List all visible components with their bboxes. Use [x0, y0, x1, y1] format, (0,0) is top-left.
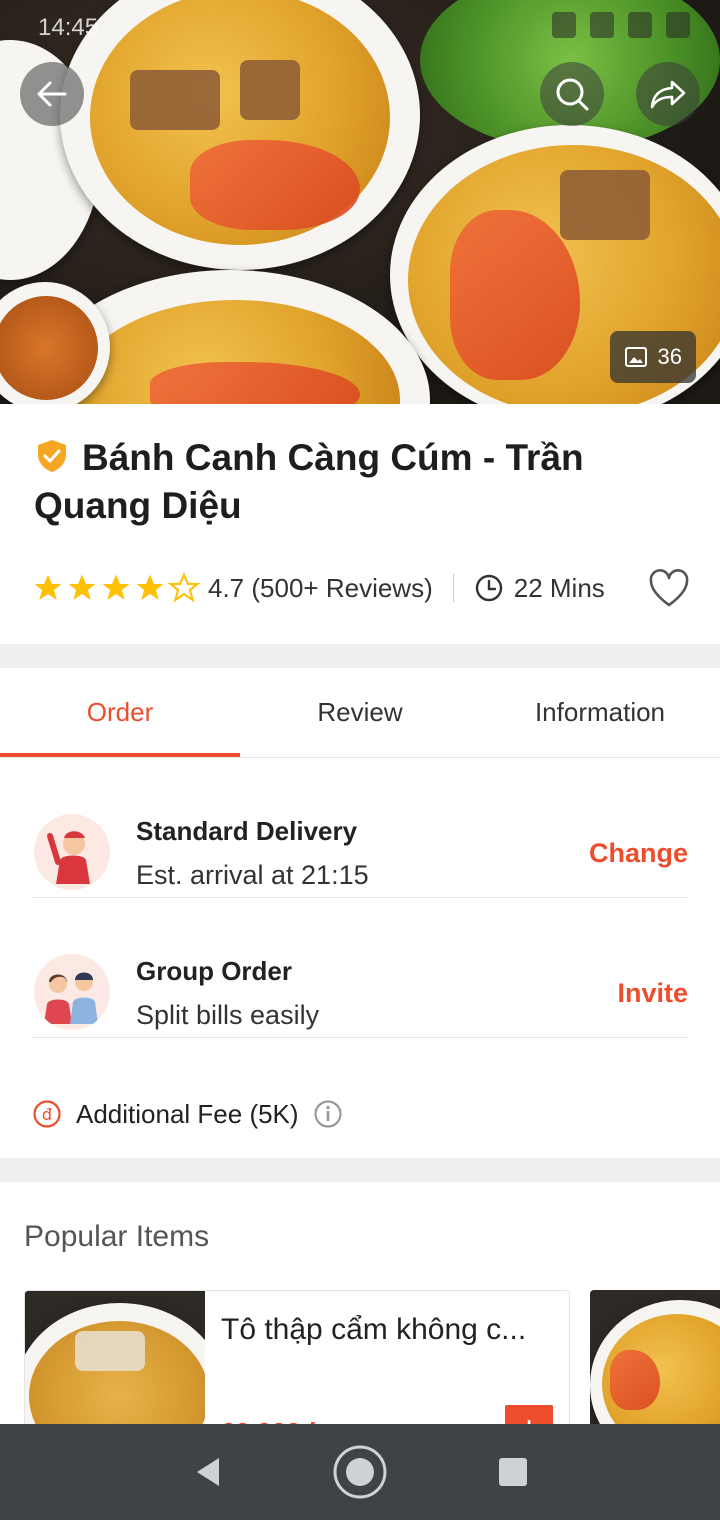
photo-count: 36 [657, 344, 682, 369]
group-order-row[interactable]: Group Order Split bills easily Invite [32, 898, 688, 1038]
change-button[interactable]: Change [589, 838, 688, 869]
rating-text[interactable]: 4.7 (500+ Reviews) [208, 573, 433, 604]
system-nav-bar [0, 1424, 720, 1520]
verified-shield-icon [38, 440, 66, 472]
group-people-icon [34, 954, 110, 1030]
search-icon [556, 78, 589, 111]
photo-count-button[interactable]: 36 [609, 331, 696, 383]
popular-items-title: Popular Items [24, 1220, 210, 1253]
invite-button[interactable]: Invite [617, 978, 688, 1009]
star-rating [32, 572, 200, 604]
battery-icon [666, 12, 690, 38]
nav-home-icon[interactable] [332, 1444, 388, 1500]
restaurant-name: Bánh Canh Càng Cúm - Trần Quang Diệu [34, 437, 584, 526]
star-full-icon [68, 574, 96, 600]
delivery-title: Standard Delivery [136, 816, 358, 846]
hero-image[interactable]: 14:45 36 [0, 0, 720, 404]
status-icons [552, 12, 690, 38]
popular-items-section: Popular Items Tô thập cẩm không c... 60.… [0, 1182, 720, 1450]
group-order-title: Group Order [136, 956, 293, 986]
star-empty-icon [168, 572, 200, 603]
star-full-icon [34, 574, 62, 600]
status-time: 14:45 [38, 14, 99, 41]
nav-recents-icon[interactable] [485, 1444, 541, 1500]
favorite-heart-icon[interactable] [646, 565, 692, 611]
image-icon [624, 347, 647, 367]
restaurant-meta: 4.7 (500+ Reviews) 22 Mins [32, 564, 692, 612]
cast-icon [552, 12, 576, 38]
tab-information[interactable]: Information [480, 668, 720, 757]
star-full-icon [136, 574, 164, 600]
status-bar: 14:45 [0, 0, 720, 56]
delivery-person-icon [34, 814, 110, 890]
additional-fee[interactable]: đ Additional Fee (5K) [32, 1094, 343, 1134]
rating-value: 4.7 [208, 572, 245, 603]
restaurant-title: Bánh Canh Càng Cúm - Trần Quang Diệu [34, 434, 674, 530]
tab-review[interactable]: Review [240, 668, 480, 757]
group-order-subtitle: Split bills easily [136, 1000, 320, 1030]
share-button[interactable] [636, 62, 700, 126]
star-full-icon [102, 574, 130, 600]
clock-icon [475, 574, 502, 602]
back-arrow-icon [37, 81, 67, 107]
wifi-icon [628, 12, 652, 38]
restaurant-info: Bánh Canh Càng Cúm - Trần Quang Diệu 4.7… [0, 404, 720, 644]
review-count: (500+ Reviews) [251, 572, 433, 603]
additional-fee-label: Additional Fee (5K) [76, 1098, 299, 1129]
delivery-subtitle: Est. arrival at 21:15 [136, 860, 369, 890]
delivery-section: Standard Delivery Est. arrival at 21:15 … [0, 758, 720, 1158]
nav-back-icon[interactable] [179, 1444, 235, 1500]
svg-text:đ: đ [42, 1105, 52, 1124]
dong-currency-icon: đ [33, 1100, 61, 1128]
tab-order[interactable]: Order [0, 668, 240, 757]
popular-item-name: Tô thập cẩm không c... [221, 1313, 527, 1346]
share-icon [650, 80, 686, 109]
info-icon[interactable] [313, 1099, 343, 1129]
divider [452, 574, 454, 602]
vibrate-icon [590, 12, 614, 38]
back-button[interactable] [20, 62, 84, 126]
delivery-time: 22 Mins [513, 572, 605, 603]
standard-delivery-row[interactable]: Standard Delivery Est. arrival at 21:15 … [32, 758, 688, 898]
tab-bar: Order Review Information [0, 668, 720, 758]
search-button[interactable] [540, 62, 604, 126]
